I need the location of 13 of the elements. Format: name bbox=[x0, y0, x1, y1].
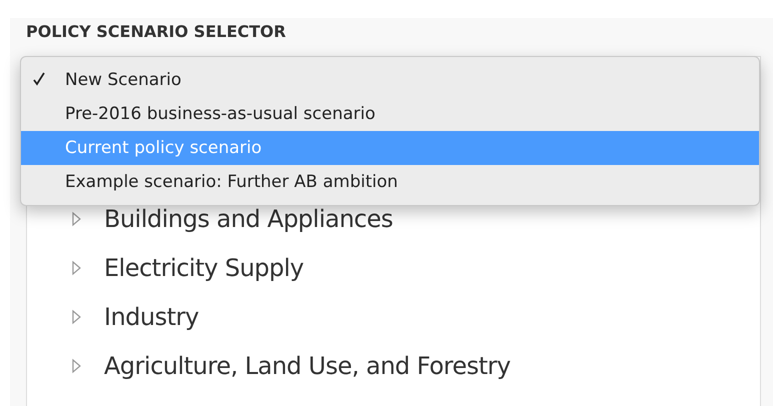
caret-right-icon[interactable] bbox=[71, 309, 82, 325]
menu-item[interactable]: New Scenario bbox=[21, 63, 759, 97]
sector-item[interactable]: Agriculture, Land Use, and Forestry bbox=[104, 352, 510, 380]
section-title: POLICY SCENARIO SELECTOR bbox=[26, 21, 287, 43]
menu-item[interactable]: Example scenario: Further AB ambition bbox=[21, 165, 759, 199]
caret-right-icon[interactable] bbox=[71, 260, 82, 276]
checkmark-icon bbox=[33, 72, 45, 86]
caret-right-icon[interactable] bbox=[71, 211, 82, 227]
sector-item[interactable]: Electricity Supply bbox=[104, 254, 304, 282]
menu-item[interactable]: Pre-2016 business-as-usual scenario bbox=[21, 97, 759, 131]
sector-item[interactable]: Buildings and Appliances bbox=[104, 205, 393, 233]
caret-right-icon[interactable] bbox=[71, 358, 82, 374]
sector-item[interactable]: Industry bbox=[104, 303, 199, 331]
